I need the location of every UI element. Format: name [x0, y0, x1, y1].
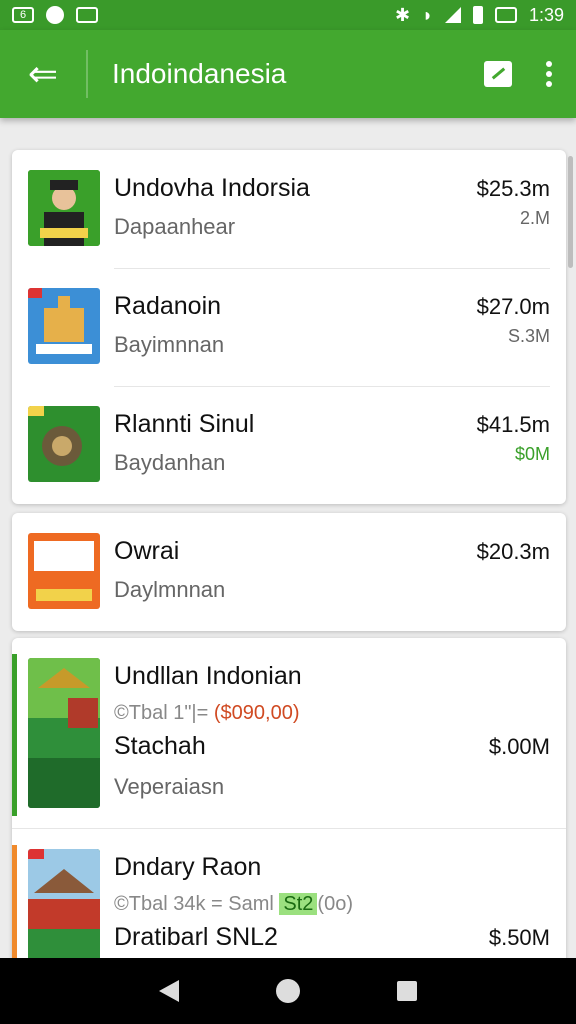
item-subtitle: Dapaanhear	[114, 214, 236, 239]
item-secondary-name: Stachah	[114, 732, 206, 760]
item-price: $20.3m	[476, 539, 550, 564]
item-thumbnail	[28, 658, 100, 808]
item-price: $41.5m	[476, 412, 550, 437]
edit-icon[interactable]	[484, 61, 512, 87]
back-button[interactable]: ⇐	[0, 30, 86, 118]
item-subtitle: Bayimnnan	[114, 332, 225, 357]
accent-bar	[12, 654, 17, 816]
divider	[86, 50, 88, 98]
item-price: $25.3m	[476, 176, 550, 201]
mail-icon	[76, 7, 98, 23]
item-price: $.00M	[488, 734, 550, 759]
stock-list-card: Undllan Indonian ©Tbal 1"|= ($090,00) St…	[12, 638, 566, 968]
list-item[interactable]: Radanoin Bayimnnan $27.0m S.3M	[12, 268, 566, 386]
item-subtitle: Veperaiasn	[114, 774, 225, 799]
nav-back-icon[interactable]	[158, 980, 179, 1002]
system-nav-bar	[0, 958, 576, 1024]
app-bar: ⇐ Indoindanesia	[0, 30, 576, 118]
item-name: Owrai	[114, 537, 180, 565]
item-name: Radanoin	[114, 292, 222, 320]
signal-icon	[444, 7, 461, 23]
item-secondary-name: Dratibarl SNL2	[114, 923, 278, 951]
item-meta: ©Tbal 1"|= ($090,00)	[114, 702, 300, 724]
item-name: Undllan Indonian	[114, 662, 302, 690]
nav-recents-icon[interactable]	[397, 981, 418, 1001]
item-volume: $0M	[514, 444, 550, 464]
list-item[interactable]: Rlannti Sinul Baydanhan $41.5m $0M	[12, 386, 566, 504]
item-thumbnail	[28, 533, 100, 609]
accent-bar	[12, 845, 17, 968]
clock: 1:39	[528, 4, 564, 25]
vibrate-icon: ✱	[394, 4, 411, 25]
item-volume: S.3M	[507, 326, 550, 346]
cast-icon	[494, 7, 517, 23]
battery-icon	[472, 6, 483, 24]
item-name: Rlannti Sinul	[114, 410, 255, 438]
page-title: Indoindanesia	[112, 58, 287, 89]
status-bar: 6 ✱ ◗ 1:39	[0, 0, 576, 30]
back-arrow-icon: ⇐	[27, 53, 59, 94]
item-thumbnail	[28, 288, 100, 364]
item-price: $27.0m	[476, 294, 550, 319]
item-name: Undovha Indorsia	[114, 174, 310, 202]
wifi-icon: ◗	[422, 4, 433, 25]
item-meta: ©Tbal 34k = Saml St2 (0o)	[114, 893, 353, 915]
list-item[interactable]: Owrai Daylmnnan $20.3m	[12, 513, 566, 631]
list-item[interactable]: Undllan Indonian ©Tbal 1"|= ($090,00) St…	[12, 638, 566, 828]
item-volume: 2.M	[519, 208, 550, 228]
notification-icon	[46, 6, 64, 24]
stock-list-card: Undovha Indorsia Dapaanhear $25.3m 2.M R…	[12, 150, 566, 504]
scrollbar[interactable]	[568, 156, 573, 268]
item-subtitle: Daylmnnan	[114, 577, 226, 602]
nav-home-icon[interactable]	[275, 979, 300, 1003]
item-thumbnail	[28, 406, 100, 482]
sim-icon: 6	[12, 7, 34, 23]
item-thumbnail	[28, 170, 100, 246]
item-name: Dndary Raon	[114, 853, 262, 881]
list-item[interactable]: Dndary Raon ©Tbal 34k = Saml St2 (0o) Dra…	[12, 828, 566, 968]
item-subtitle: Baydanhan	[114, 450, 226, 475]
item-price: $.50M	[488, 925, 550, 950]
more-options-icon[interactable]	[546, 61, 552, 87]
item-thumbnail	[28, 849, 100, 968]
list-item[interactable]: Undovha Indorsia Dapaanhear $25.3m 2.M	[12, 150, 566, 268]
stock-list-card: Owrai Daylmnnan $20.3m	[12, 513, 566, 631]
